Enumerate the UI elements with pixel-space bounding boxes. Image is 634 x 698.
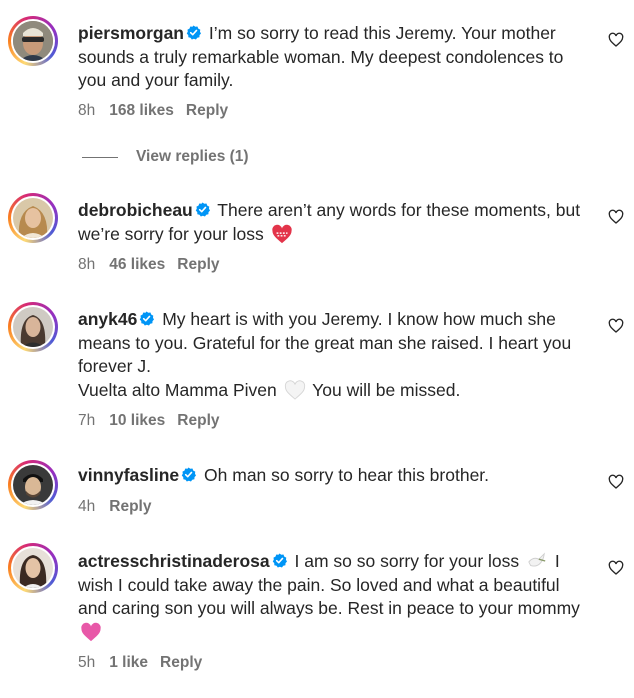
comment-text: anyk46 My heart is with you Jeremy. I kn… <box>78 308 590 402</box>
like-heart-icon[interactable] <box>608 318 624 334</box>
reply-button[interactable]: Reply <box>160 654 202 671</box>
username[interactable]: piersmorgan <box>78 23 184 43</box>
replies-divider <box>82 156 118 158</box>
comment-body: Oh man so sorry to hear this brother. <box>204 465 490 485</box>
likes-count[interactable]: 10 likes <box>109 412 165 429</box>
comment-body-line2-end: You will be missed. <box>312 379 461 400</box>
verified-badge-icon <box>186 25 201 40</box>
reply-button[interactable]: Reply <box>177 256 219 273</box>
username[interactable]: vinnyfasline <box>78 465 179 485</box>
verified-badge-icon <box>140 311 155 326</box>
timestamp: 4h <box>78 498 96 515</box>
white-heart-icon <box>284 379 305 400</box>
comment-meta: 4h Reply <box>78 498 163 516</box>
like-heart-icon[interactable] <box>608 32 624 48</box>
username[interactable]: debrobicheau <box>78 200 193 220</box>
comment-meta: 8h 168 likes Reply <box>78 102 240 120</box>
mending-heart-icon <box>271 224 292 243</box>
reply-button[interactable]: Reply <box>177 412 219 429</box>
dove-icon <box>528 552 546 567</box>
comment-meta: 5h 1 like Reply <box>78 654 214 672</box>
username[interactable]: actresschristinaderosa <box>78 551 270 571</box>
verified-badge-icon <box>195 202 210 217</box>
timestamp: 5h <box>78 654 96 671</box>
verified-badge-icon <box>272 553 287 568</box>
comment-text: debrobicheau There aren’t any words for … <box>78 199 590 246</box>
comment-body: I am so so sorry for your loss <box>294 551 520 571</box>
avatar[interactable] <box>8 302 58 352</box>
like-heart-icon[interactable] <box>608 560 624 576</box>
avatar[interactable] <box>8 543 58 593</box>
likes-count[interactable]: 168 likes <box>109 102 174 119</box>
comment-text: vinnyfasline Oh man so sorry to hear thi… <box>78 464 590 488</box>
comment-text: piersmorgan I’m so sorry to read this Je… <box>78 22 590 93</box>
view-replies-label: View replies (1) <box>136 148 249 165</box>
avatar[interactable] <box>8 16 58 66</box>
timestamp: 7h <box>78 412 96 429</box>
verified-badge-icon <box>181 467 197 482</box>
like-heart-icon[interactable] <box>608 209 624 225</box>
likes-count[interactable]: 46 likes <box>109 256 165 273</box>
view-replies-button[interactable]: View replies (1) <box>82 148 249 166</box>
pink-heart-icon <box>81 622 101 641</box>
comment-text: actresschristinaderosa I am so so sorry … <box>78 550 590 644</box>
comment-meta: 8h 46 likes Reply <box>78 256 232 274</box>
avatar[interactable] <box>8 460 58 510</box>
username[interactable]: anyk46 <box>78 309 137 329</box>
likes-count[interactable]: 1 like <box>109 654 148 671</box>
comment-meta: 7h 10 likes Reply <box>78 412 232 430</box>
comment-body-line2: Vuelta alto Mamma Piven <box>78 379 277 400</box>
timestamp: 8h <box>78 102 96 119</box>
reply-button[interactable]: Reply <box>109 498 151 515</box>
timestamp: 8h <box>78 256 96 273</box>
like-heart-icon[interactable] <box>608 474 624 490</box>
reply-button[interactable]: Reply <box>186 102 228 119</box>
avatar[interactable] <box>8 193 58 243</box>
